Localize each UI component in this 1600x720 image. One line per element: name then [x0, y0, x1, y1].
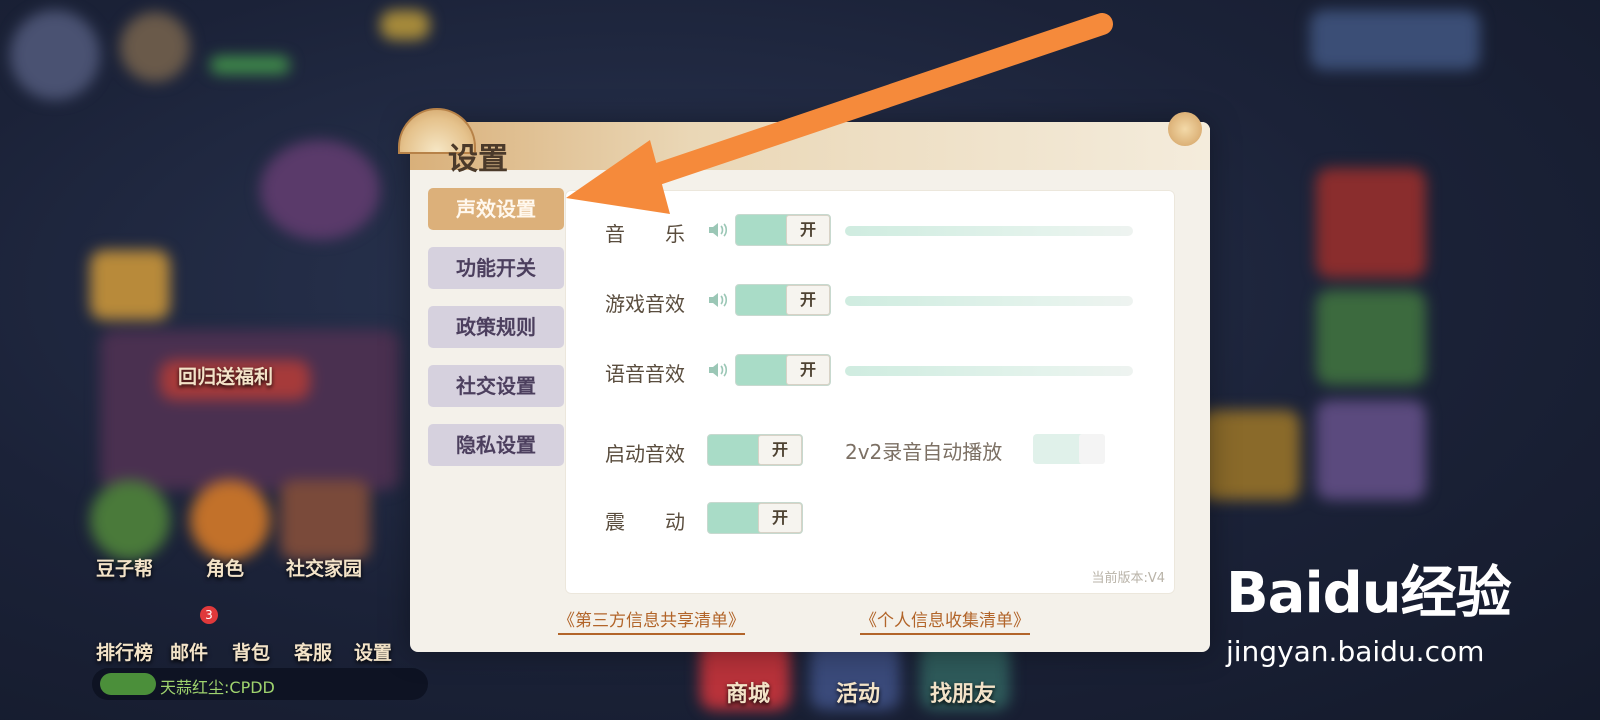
baidu-watermark: Baidu经验 jingyan.baidu.com [1226, 548, 1512, 668]
watermark-url: jingyan.baidu.com [1226, 635, 1485, 668]
baidu-logo: Baidu经验 [1226, 561, 1512, 626]
